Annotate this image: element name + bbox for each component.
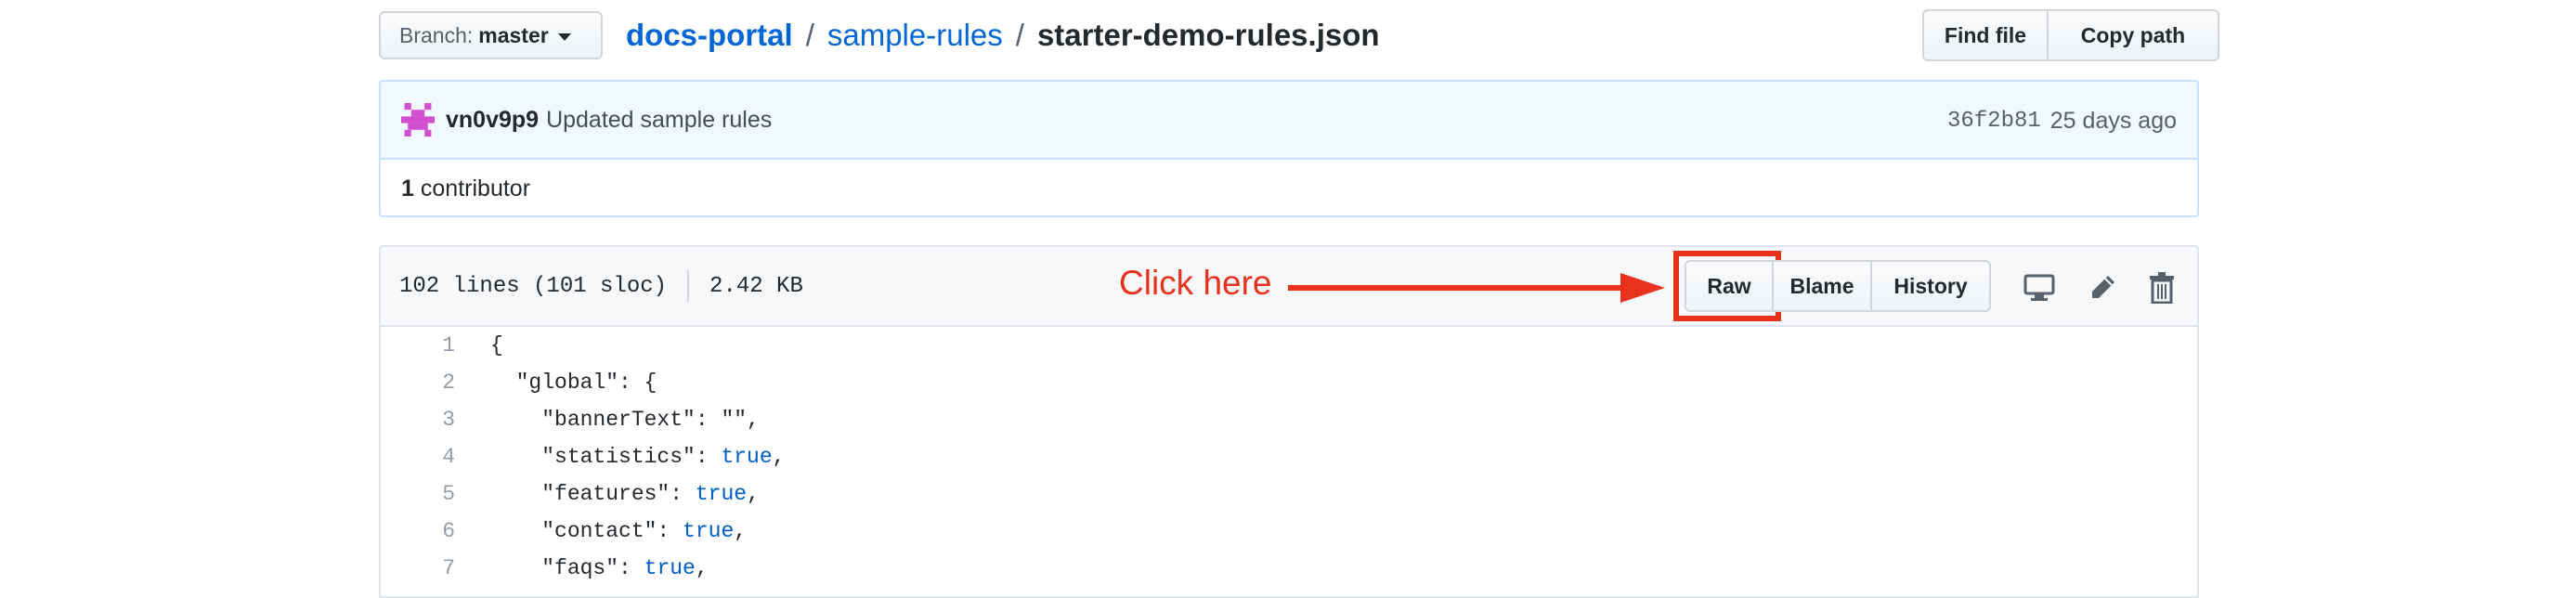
branch-selector-button[interactable]: Branch: master xyxy=(379,11,603,59)
file-info: 102 lines (101 sloc) 2.42 KB xyxy=(399,247,803,325)
code-listing: 1 { 2 "global": { 3 "bannerText": "", 4 … xyxy=(381,327,2197,587)
file-view-page: Branch: master docs-portal / sample-rule… xyxy=(0,0,2576,598)
breadcrumb-file-name: starter-demo-rules.json xyxy=(1036,18,1380,52)
commit-age: 25 days ago xyxy=(2049,107,2177,134)
file-header: 102 lines (101 sloc) 2.42 KB Click here … xyxy=(381,247,2197,327)
line-content: "contact": true, xyxy=(490,519,748,543)
line-number[interactable]: 2 xyxy=(381,370,455,395)
annotation-arrow-icon xyxy=(1288,273,1665,303)
code-line: 6 "contact": true, xyxy=(381,513,2197,550)
line-number[interactable]: 1 xyxy=(381,333,455,358)
line-content: "bannerText": "", xyxy=(490,408,760,432)
code-line: 1 { xyxy=(381,327,2197,364)
contributor-count: 1 xyxy=(401,175,414,202)
blame-button[interactable]: Blame xyxy=(1772,260,1872,312)
contributor-label: contributor xyxy=(420,175,531,202)
file-size: 2.42 KB xyxy=(709,273,803,299)
branch-name: master xyxy=(478,22,549,47)
identicon xyxy=(401,103,435,136)
history-button[interactable]: History xyxy=(1870,260,1991,312)
file-actions: Raw Blame History xyxy=(1685,260,1991,312)
desktop-icon[interactable] xyxy=(2021,269,2058,306)
code-line: 2 "global": { xyxy=(381,364,2197,401)
line-number[interactable]: 4 xyxy=(381,445,455,469)
commit-meta: 36f2b81 25 days ago xyxy=(1947,82,2177,160)
line-number[interactable]: 3 xyxy=(381,408,455,432)
caret-down-icon xyxy=(557,32,571,41)
line-number[interactable]: 5 xyxy=(381,482,455,506)
commit-author-link[interactable]: vn0v9p9 xyxy=(446,107,539,134)
line-content: "features": true, xyxy=(490,482,760,506)
trash-icon[interactable] xyxy=(2143,269,2180,306)
line-content: "faqs": true, xyxy=(490,556,709,580)
file-line-count: 102 lines (101 sloc) xyxy=(399,273,668,299)
code-line: 5 "features": true, xyxy=(381,475,2197,513)
line-content: { xyxy=(490,333,503,358)
breadcrumb-separator: / xyxy=(805,18,814,52)
commit-sha-link[interactable]: 36f2b81 xyxy=(1947,109,2041,134)
annotation-label: Click here xyxy=(1119,264,1272,302)
line-content: "statistics": true, xyxy=(490,445,786,469)
breadcrumb: docs-portal / sample-rules / starter-dem… xyxy=(626,13,1380,58)
branch-label: Branch: xyxy=(399,22,474,47)
breadcrumb-separator: / xyxy=(1015,18,1024,52)
raw-button[interactable]: Raw xyxy=(1685,260,1774,312)
copy-path-button[interactable]: Copy path xyxy=(2047,9,2219,61)
code-line: 3 "bannerText": "", xyxy=(381,401,2197,438)
commit-tease: vn0v9p9 Updated sample rules 36f2b81 25 … xyxy=(379,80,2199,217)
breadcrumb-repo-link[interactable]: docs-portal xyxy=(626,18,793,53)
file-navigation-actions: Find file Copy path xyxy=(1922,9,2219,61)
commit-message-link[interactable]: Updated sample rules xyxy=(546,107,772,134)
code-line: 7 "faqs": true, xyxy=(381,550,2197,587)
code-line: 4 "statistics": true, xyxy=(381,438,2197,475)
file-box: 102 lines (101 sloc) 2.42 KB Click here … xyxy=(379,245,2199,598)
breadcrumb-directory-link[interactable]: sample-rules xyxy=(827,18,1003,53)
line-content: "global": { xyxy=(490,370,657,395)
file-info-divider xyxy=(687,270,690,302)
line-number[interactable]: 6 xyxy=(381,519,455,543)
contributors-summary[interactable]: 1 contributor xyxy=(381,160,2197,215)
line-number[interactable]: 7 xyxy=(381,556,455,580)
latest-commit: vn0v9p9 Updated sample rules 36f2b81 25 … xyxy=(381,82,2197,160)
avatar[interactable] xyxy=(401,103,435,136)
pencil-icon[interactable] xyxy=(2084,269,2121,306)
find-file-button[interactable]: Find file xyxy=(1922,9,2049,61)
